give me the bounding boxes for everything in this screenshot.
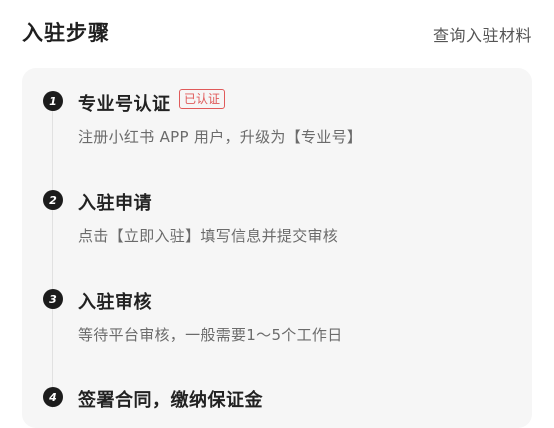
step-title-2: 入驻申请 bbox=[78, 193, 152, 214]
steps-card bbox=[22, 68, 532, 428]
verified-badge: 已认证 bbox=[179, 89, 226, 109]
step-number-4: 4 bbox=[43, 387, 63, 407]
step-number-2: 2 bbox=[43, 190, 63, 210]
query-materials-link[interactable]: 查询入驻材料 bbox=[433, 22, 532, 46]
step-desc-1: 注册小红书 APP 用户，升级为【专业号】 bbox=[78, 128, 363, 146]
step-title-4: 签署合同，缴纳保证金 bbox=[78, 390, 263, 411]
page-title: 入驻步骤 bbox=[22, 21, 110, 45]
timeline-line bbox=[52, 108, 53, 408]
step-desc-2: 点击【立即入驻】填写信息并提交审核 bbox=[78, 227, 339, 245]
page-header: 入驻步骤 查询入驻材料 bbox=[0, 0, 554, 64]
step-desc-3: 等待平台审核，一般需要1～5个工作日 bbox=[78, 326, 343, 344]
step-number-3: 3 bbox=[43, 289, 63, 309]
step-title-3: 入驻审核 bbox=[78, 292, 152, 313]
step-title-1: 专业号认证 bbox=[78, 94, 171, 115]
step-number-1: 1 bbox=[43, 91, 63, 111]
